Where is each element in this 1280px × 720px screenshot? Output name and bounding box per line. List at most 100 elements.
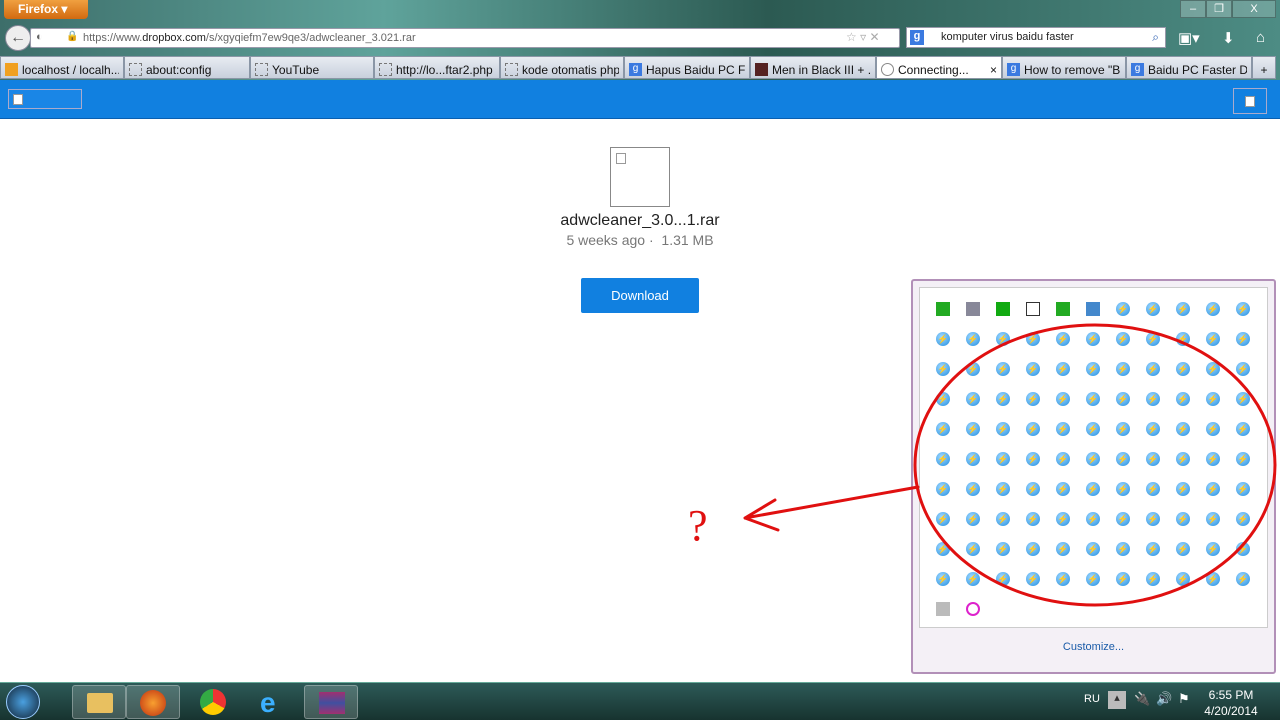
baidu-lightning-icon[interactable]: ⚡ (1086, 542, 1100, 556)
baidu-lightning-icon[interactable]: ⚡ (1176, 302, 1190, 316)
baidu-lightning-icon[interactable]: ⚡ (1026, 362, 1040, 376)
start-button[interactable] (6, 685, 40, 719)
baidu-lightning-icon[interactable]: ⚡ (1086, 332, 1100, 346)
baidu-lightning-icon[interactable]: ⚡ (966, 482, 980, 496)
plug-check-icon[interactable] (966, 302, 980, 316)
baidu-lightning-icon[interactable]: ⚡ (1086, 482, 1100, 496)
back-button[interactable]: ← (5, 25, 31, 51)
green-check-icon[interactable] (936, 302, 950, 316)
baidu-lightning-icon[interactable]: ⚡ (1206, 362, 1220, 376)
taskbar-firefox[interactable] (126, 685, 180, 719)
tab-3[interactable]: http://lo...ftar2.php (374, 56, 500, 79)
taskbar-internet-explorer[interactable]: e (246, 685, 300, 719)
baidu-lightning-icon[interactable]: ⚡ (1116, 392, 1130, 406)
baidu-lightning-icon[interactable]: ⚡ (1236, 302, 1250, 316)
tab-5[interactable]: g Hapus Baidu PC F... (624, 56, 750, 79)
baidu-lightning-icon[interactable]: ⚡ (1116, 512, 1130, 526)
home-icon[interactable]: ⌂ (1256, 29, 1265, 46)
baidu-lightning-icon[interactable]: ⚡ (1056, 362, 1070, 376)
baidu-lightning-icon[interactable]: ⚡ (1206, 302, 1220, 316)
search-input[interactable]: g komputer virus baidu faster ⌕ (906, 27, 1166, 48)
baidu-lightning-icon[interactable]: ⚡ (1146, 542, 1160, 556)
baidu-lightning-icon[interactable]: ⚡ (966, 542, 980, 556)
baidu-lightning-icon[interactable]: ⚡ (1056, 512, 1070, 526)
baidu-lightning-icon[interactable]: ⚡ (1146, 452, 1160, 466)
baidu-lightning-icon[interactable]: ⚡ (1176, 482, 1190, 496)
baidu-lightning-icon[interactable]: ⚡ (1146, 422, 1160, 436)
baidu-lightning-icon[interactable]: ⚡ (996, 452, 1010, 466)
baidu-lightning-icon[interactable]: ⚡ (966, 512, 980, 526)
baidu-lightning-icon[interactable]: ⚡ (966, 572, 980, 586)
baidu-lightning-icon[interactable]: ⚡ (1176, 362, 1190, 376)
baidu-lightning-icon[interactable]: ⚡ (996, 392, 1010, 406)
baidu-lightning-icon[interactable]: ⚡ (1086, 362, 1100, 376)
minimize-button[interactable]: – (1180, 0, 1206, 18)
tab-2[interactable]: YouTube (250, 56, 374, 79)
action-center-flag-icon[interactable]: ⚑ (1178, 691, 1190, 707)
baidu-lightning-icon[interactable]: ⚡ (1206, 482, 1220, 496)
tab-1[interactable]: about:config (124, 56, 250, 79)
tab-6[interactable]: Men in Black III + ... (750, 56, 876, 79)
baidu-lightning-icon[interactable]: ⚡ (1176, 332, 1190, 346)
baidu-lightning-icon[interactable]: ⚡ (1056, 392, 1070, 406)
bookmark-star-icon[interactable]: ☆ ▿ ✕ (846, 30, 880, 44)
baidu-lightning-icon[interactable]: ⚡ (1176, 542, 1190, 556)
baidu-lightning-icon[interactable]: ⚡ (1176, 452, 1190, 466)
tab-7[interactable]: Connecting... × (876, 56, 1002, 79)
firefox-menu-button[interactable]: Firefox ▾ (4, 0, 88, 19)
baidu-lightning-icon[interactable]: ⚡ (1206, 392, 1220, 406)
pink-swirl-icon[interactable] (966, 602, 980, 616)
baidu-lightning-icon[interactable]: ⚡ (966, 332, 980, 346)
baidu-lightning-icon[interactable]: ⚡ (1056, 482, 1070, 496)
baidu-lightning-icon[interactable]: ⚡ (936, 392, 950, 406)
baidu-lightning-icon[interactable]: ⚡ (1146, 302, 1160, 316)
baidu-lightning-icon[interactable]: ⚡ (936, 572, 950, 586)
tab-0[interactable]: localhost / localh... (0, 56, 124, 79)
baidu-lightning-icon[interactable]: ⚡ (1206, 332, 1220, 346)
baidu-lightning-icon[interactable]: ⚡ (1176, 422, 1190, 436)
baidu-lightning-icon[interactable]: ⚡ (1236, 452, 1250, 466)
baidu-lightning-icon[interactable]: ⚡ (936, 482, 950, 496)
tab-8[interactable]: g How to remove "B... (1002, 56, 1126, 79)
baidu-lightning-icon[interactable]: ⚡ (996, 572, 1010, 586)
baidu-lightning-icon[interactable]: ⚡ (966, 362, 980, 376)
baidu-lightning-icon[interactable]: ⚡ (1086, 452, 1100, 466)
baidu-lightning-icon[interactable]: ⚡ (1026, 332, 1040, 346)
tab-close-button[interactable]: × (990, 63, 997, 77)
show-hidden-icons-button[interactable]: ▴ (1108, 691, 1126, 709)
baidu-lightning-icon[interactable]: ⚡ (1206, 542, 1220, 556)
baidu-lightning-icon[interactable]: ⚡ (966, 452, 980, 466)
customize-link[interactable]: Customize... (913, 641, 1274, 653)
baidu-lightning-icon[interactable]: ⚡ (1236, 482, 1250, 496)
baidu-lightning-icon[interactable]: ⚡ (1056, 422, 1070, 436)
baidu-lightning-icon[interactable]: ⚡ (1116, 332, 1130, 346)
green-camera-icon[interactable] (1056, 302, 1070, 316)
baidu-lightning-icon[interactable]: ⚡ (936, 512, 950, 526)
baidu-lightning-icon[interactable]: ⚡ (1116, 422, 1130, 436)
baidu-lightning-icon[interactable]: ⚡ (996, 542, 1010, 556)
baidu-lightning-icon[interactable]: ⚡ (1086, 422, 1100, 436)
baidu-lightning-icon[interactable]: ⚡ (996, 332, 1010, 346)
baidu-lightning-icon[interactable]: ⚡ (1146, 392, 1160, 406)
baidu-lightning-icon[interactable]: ⚡ (1206, 572, 1220, 586)
baidu-lightning-icon[interactable]: ⚡ (1176, 572, 1190, 586)
tab-9[interactable]: g Baidu PC Faster Di... (1126, 56, 1252, 79)
taskbar-chrome[interactable] (186, 685, 240, 719)
baidu-lightning-icon[interactable]: ⚡ (1026, 452, 1040, 466)
baidu-lightning-icon[interactable]: ⚡ (1026, 542, 1040, 556)
baidu-lightning-icon[interactable]: ⚡ (1236, 332, 1250, 346)
baidu-lightning-icon[interactable]: ⚡ (1236, 512, 1250, 526)
baidu-lightning-icon[interactable]: ⚡ (1116, 362, 1130, 376)
download-icon[interactable]: ⬇ (1222, 29, 1235, 47)
green-triangle-icon[interactable] (996, 302, 1010, 316)
baidu-lightning-icon[interactable]: ⚡ (936, 332, 950, 346)
download-button[interactable]: Download (581, 278, 699, 313)
baidu-lightning-icon[interactable]: ⚡ (1086, 572, 1100, 586)
baidu-lightning-icon[interactable]: ⚡ (1026, 482, 1040, 496)
baidu-lightning-icon[interactable]: ⚡ (936, 452, 950, 466)
baidu-lightning-icon[interactable]: ⚡ (1236, 422, 1250, 436)
identity-shield-icon[interactable]: ◐ (36, 31, 43, 43)
baidu-lightning-icon[interactable]: ⚡ (1026, 422, 1040, 436)
baidu-lightning-icon[interactable]: ⚡ (1146, 482, 1160, 496)
baidu-lightning-icon[interactable]: ⚡ (996, 512, 1010, 526)
